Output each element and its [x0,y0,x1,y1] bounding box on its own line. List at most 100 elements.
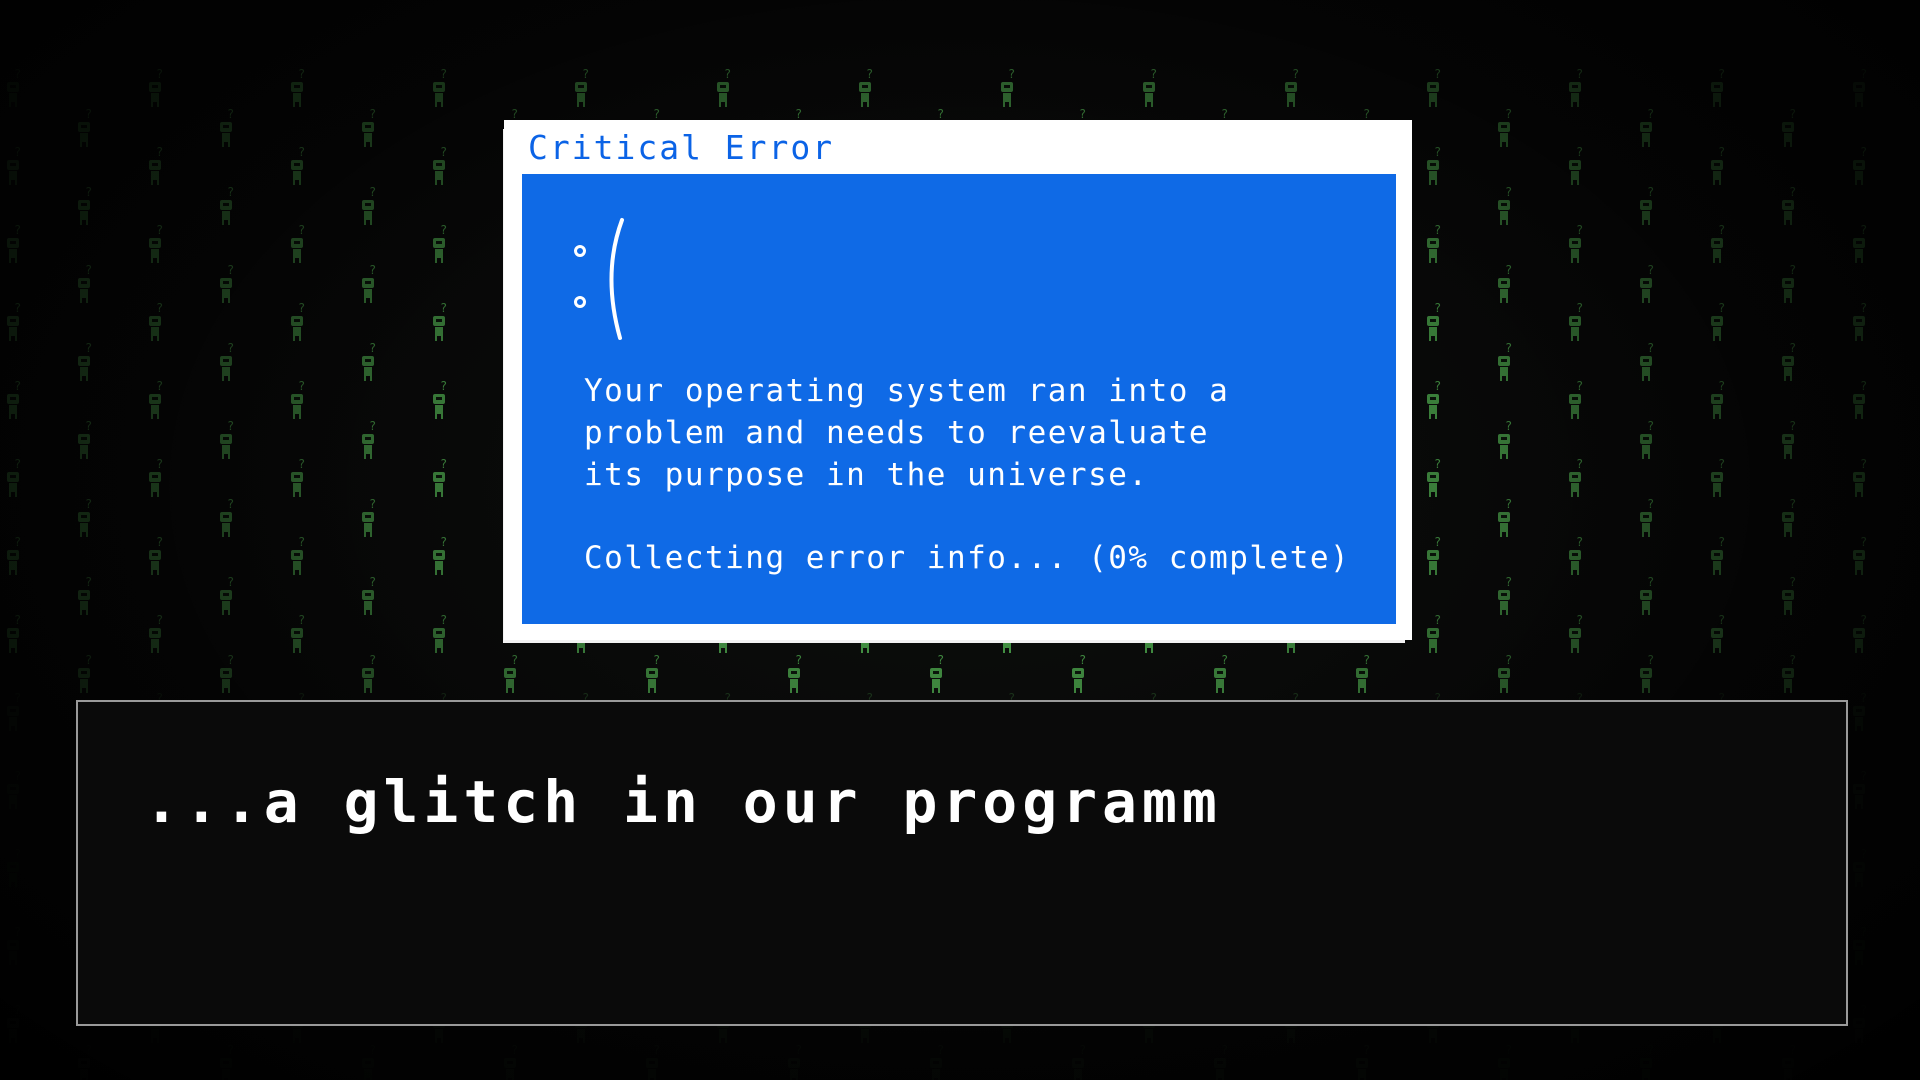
svg-text:?: ? [14,301,21,315]
svg-text:?: ? [1789,107,1796,121]
robot-question-icon: ? [1640,263,1654,303]
robot-question-icon: ? [362,263,376,303]
robot-question-icon: ? [1640,497,1654,537]
robot-question-icon: ? [220,419,234,459]
svg-text:?: ? [1647,419,1654,433]
error-title: Critical Error [528,128,835,167]
svg-text:?: ? [298,613,305,627]
robot-question-icon: ? [1498,107,1512,147]
svg-text:?: ? [156,301,163,315]
svg-text:?: ? [1860,67,1867,81]
svg-text:?: ? [440,379,447,393]
svg-text:?: ? [85,107,92,121]
robot-question-icon: ? [7,379,21,419]
svg-text:?: ? [298,67,305,81]
robot-question-icon: ? [220,497,234,537]
robot-question-icon: ? [7,613,21,653]
robot-question-icon: ? [1782,263,1796,303]
svg-text:?: ? [156,457,163,471]
robot-question-icon: ? [788,653,802,693]
robot-question-icon: ? [433,223,447,263]
svg-text:?: ? [1647,575,1654,589]
svg-text:?: ? [14,1003,21,1017]
svg-text:?: ? [369,185,376,199]
svg-text:?: ? [1079,1043,1086,1057]
robot-question-icon: ? [788,1043,802,1080]
svg-text:?: ? [14,769,21,783]
robot-question-icon: ? [78,419,92,459]
robot-question-icon: ? [1853,535,1867,575]
robot-question-icon: ? [1427,67,1441,107]
svg-text:?: ? [85,575,92,589]
svg-text:?: ? [511,1043,518,1057]
robot-question-icon: ? [1711,535,1725,575]
robot-question-icon: ? [362,497,376,537]
robot-question-icon: ? [1853,379,1867,419]
svg-text:?: ? [440,67,447,81]
svg-text:?: ? [1434,457,1441,471]
robot-question-icon: ? [291,301,305,341]
robot-question-icon: ? [78,341,92,381]
robot-question-icon: ? [433,535,447,575]
svg-text:?: ? [369,575,376,589]
svg-text:?: ? [440,535,447,549]
robot-question-icon: ? [433,301,447,341]
svg-text:?: ? [156,379,163,393]
svg-text:?: ? [1789,185,1796,199]
svg-text:?: ? [1647,653,1654,667]
robot-question-icon: ? [1853,769,1867,809]
robot-question-icon: ? [7,1003,21,1043]
robot-question-icon: ? [1427,535,1441,575]
robot-question-icon: ? [78,575,92,615]
robot-question-icon: ? [1569,67,1583,107]
sad-face-icon [574,218,624,340]
robot-question-icon: ? [504,1043,518,1080]
dialogue-box[interactable]: ...a glitch in our programm [76,700,1848,1026]
robot-question-icon: ? [1427,223,1441,263]
svg-text:?: ? [227,185,234,199]
svg-text:?: ? [1434,223,1441,237]
svg-text:?: ? [1647,263,1654,277]
svg-text:?: ? [85,497,92,511]
robot-question-icon: ? [149,145,163,185]
robot-question-icon: ? [433,457,447,497]
svg-text:?: ? [1150,67,1157,81]
svg-text:?: ? [1860,1003,1867,1017]
svg-text:?: ? [156,613,163,627]
svg-text:?: ? [369,419,376,433]
robot-question-icon: ? [149,457,163,497]
robot-question-icon: ? [1782,497,1796,537]
robot-question-icon: ? [362,1043,376,1080]
robot-question-icon: ? [220,263,234,303]
robot-question-icon: ? [1569,613,1583,653]
robot-question-icon: ? [78,653,92,693]
svg-text:?: ? [440,301,447,315]
svg-text:?: ? [14,379,21,393]
svg-text:?: ? [1505,575,1512,589]
robot-question-icon: ? [7,301,21,341]
robot-question-icon: ? [717,67,731,107]
svg-text:?: ? [298,301,305,315]
svg-text:?: ? [1718,223,1725,237]
svg-text:?: ? [511,107,518,121]
svg-text:?: ? [1718,613,1725,627]
robot-question-icon: ? [149,379,163,419]
robot-question-icon: ? [1853,223,1867,263]
dialogue-text: ...a glitch in our programm [144,768,1222,836]
robot-question-icon: ? [1640,653,1654,693]
svg-text:?: ? [298,457,305,471]
robot-question-icon: ? [149,67,163,107]
svg-text:?: ? [1434,535,1441,549]
robot-question-icon: ? [646,1043,660,1080]
robot-question-icon: ? [7,457,21,497]
svg-text:?: ? [653,653,660,667]
svg-text:?: ? [1860,223,1867,237]
svg-text:?: ? [14,67,21,81]
svg-text:?: ? [1718,535,1725,549]
svg-text:?: ? [369,263,376,277]
robot-question-icon: ? [220,341,234,381]
robot-question-icon: ? [1498,575,1512,615]
svg-text:?: ? [1789,341,1796,355]
svg-text:?: ? [795,653,802,667]
game-scene: ????????????????????????????????????????… [0,0,1920,1080]
